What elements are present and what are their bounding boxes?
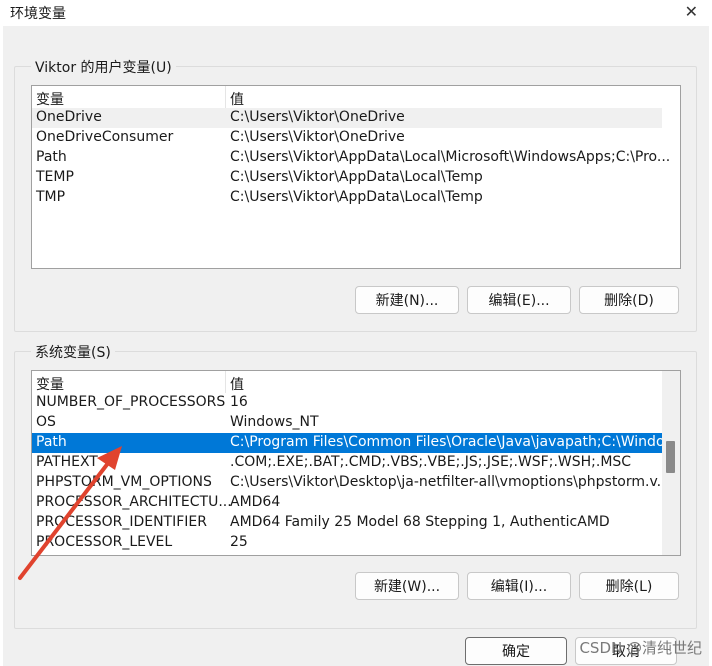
var-value: C:\Program Files\Common Files\Oracle\Jav… (230, 434, 678, 450)
watermark: CSDN @清纯世纪 (579, 639, 702, 657)
table-row[interactable]: NUMBER_OF_PROCESSORS 16 (32, 393, 662, 413)
var-name: PROCESSOR_ARCHITECTU... (36, 494, 232, 510)
list-header: 变量 值 (32, 86, 680, 108)
dialog-body: Viktor 的用户变量(U) 变量 值 OneDrive C:\Users\V… (3, 26, 709, 666)
system-edit-button[interactable]: 编辑(I)... (467, 572, 571, 600)
system-variables-list[interactable]: 变量 值 NUMBER_OF_PROCESSORS 16 OS Windows_… (31, 370, 681, 556)
var-value: AMD64 (230, 494, 281, 510)
system-new-button[interactable]: 新建(W)... (355, 572, 459, 600)
system-variables-label: 系统变量(S) (31, 342, 115, 362)
user-new-button[interactable]: 新建(N)... (355, 286, 459, 314)
column-separator[interactable] (225, 371, 226, 393)
column-header-value[interactable]: 值 (230, 89, 244, 109)
var-value: .COM;.EXE;.BAT;.CMD;.VBS;.VBE;.JS;.JSE;.… (230, 454, 632, 470)
table-row[interactable]: PATHEXT .COM;.EXE;.BAT;.CMD;.VBS;.VBE;.J… (32, 453, 662, 473)
table-row[interactable]: OS Windows_NT (32, 413, 662, 433)
table-row[interactable]: OneDriveConsumer C:\Users\Viktor\OneDriv… (32, 128, 662, 148)
system-delete-button[interactable]: 删除(L) (579, 572, 679, 600)
table-row[interactable]: PHPSTORM_VM_OPTIONS C:\Users\Viktor\Desk… (32, 473, 670, 493)
var-value: C:\Users\Viktor\OneDrive (230, 129, 405, 145)
table-row[interactable]: TEMP C:\Users\Viktor\AppData\Local\Temp (32, 168, 662, 188)
var-value: C:\Users\Viktor\Desktop\ja-netfilter-all… (230, 474, 671, 490)
table-row-selected[interactable]: Path C:\Program Files\Common Files\Oracl… (32, 433, 678, 453)
var-name: OS (36, 414, 56, 430)
window-title: 环境变量 (10, 6, 66, 22)
ok-button[interactable]: 确定 (465, 637, 567, 665)
column-header-name[interactable]: 变量 (36, 374, 64, 394)
var-name: PROCESSOR_IDENTIFIER (36, 514, 207, 530)
list-header: 变量 值 (32, 371, 680, 393)
column-header-name[interactable]: 变量 (36, 89, 64, 109)
table-row[interactable]: Path C:\Users\Viktor\AppData\Local\Micro… (32, 148, 670, 168)
var-value: C:\Users\Viktor\AppData\Local\Temp (230, 189, 483, 205)
var-value: 16 (230, 394, 248, 410)
var-name: PHPSTORM_VM_OPTIONS (36, 474, 212, 490)
var-value: 25 (230, 534, 248, 550)
user-variables-list[interactable]: 变量 值 OneDrive C:\Users\Viktor\OneDrive O… (31, 85, 681, 269)
close-icon[interactable]: ✕ (685, 2, 698, 21)
scrollbar-thumb[interactable] (666, 441, 675, 473)
title-bar: 环境变量 ✕ (0, 0, 712, 26)
user-variables-label: Viktor 的用户变量(U) (31, 57, 176, 77)
table-row[interactable]: PROCESSOR_IDENTIFIER AMD64 Family 25 Mod… (32, 513, 662, 533)
var-value: C:\Users\Viktor\OneDrive (230, 109, 405, 125)
var-name: TMP (36, 189, 66, 205)
user-variables-group: Viktor 的用户变量(U) 变量 值 OneDrive C:\Users\V… (14, 57, 697, 332)
var-value: Windows_NT (230, 414, 319, 430)
var-value: AMD64 Family 25 Model 68 Stepping 1, Aut… (230, 514, 610, 530)
var-value: C:\Users\Viktor\AppData\Local\Temp (230, 169, 483, 185)
table-row[interactable]: PROCESSOR_ARCHITECTU... AMD64 (32, 493, 662, 513)
var-name: Path (36, 149, 67, 165)
table-row[interactable]: OneDrive C:\Users\Viktor\OneDrive (32, 108, 662, 128)
system-variables-group: 系统变量(S) 变量 值 NUMBER_OF_PROCESSORS 16 OS … (14, 342, 697, 629)
var-name: PROCESSOR_LEVEL (36, 534, 173, 550)
table-row[interactable]: TMP C:\Users\Viktor\AppData\Local\Temp (32, 188, 662, 208)
user-delete-button[interactable]: 删除(D) (579, 286, 679, 314)
table-row[interactable]: PROCESSOR_LEVEL 25 (32, 533, 662, 553)
var-name: NUMBER_OF_PROCESSORS (36, 394, 226, 410)
var-name: TEMP (36, 169, 74, 185)
var-name: Path (36, 434, 67, 450)
column-header-value[interactable]: 值 (230, 374, 244, 394)
user-edit-button[interactable]: 编辑(E)... (467, 286, 571, 314)
var-name: OneDrive (36, 109, 102, 125)
column-separator[interactable] (225, 86, 226, 108)
var-name: OneDriveConsumer (36, 129, 174, 145)
var-name: PATHEXT (36, 454, 98, 470)
vertical-scrollbar[interactable] (662, 371, 680, 555)
var-value: C:\Users\Viktor\AppData\Local\Microsoft\… (230, 149, 671, 165)
